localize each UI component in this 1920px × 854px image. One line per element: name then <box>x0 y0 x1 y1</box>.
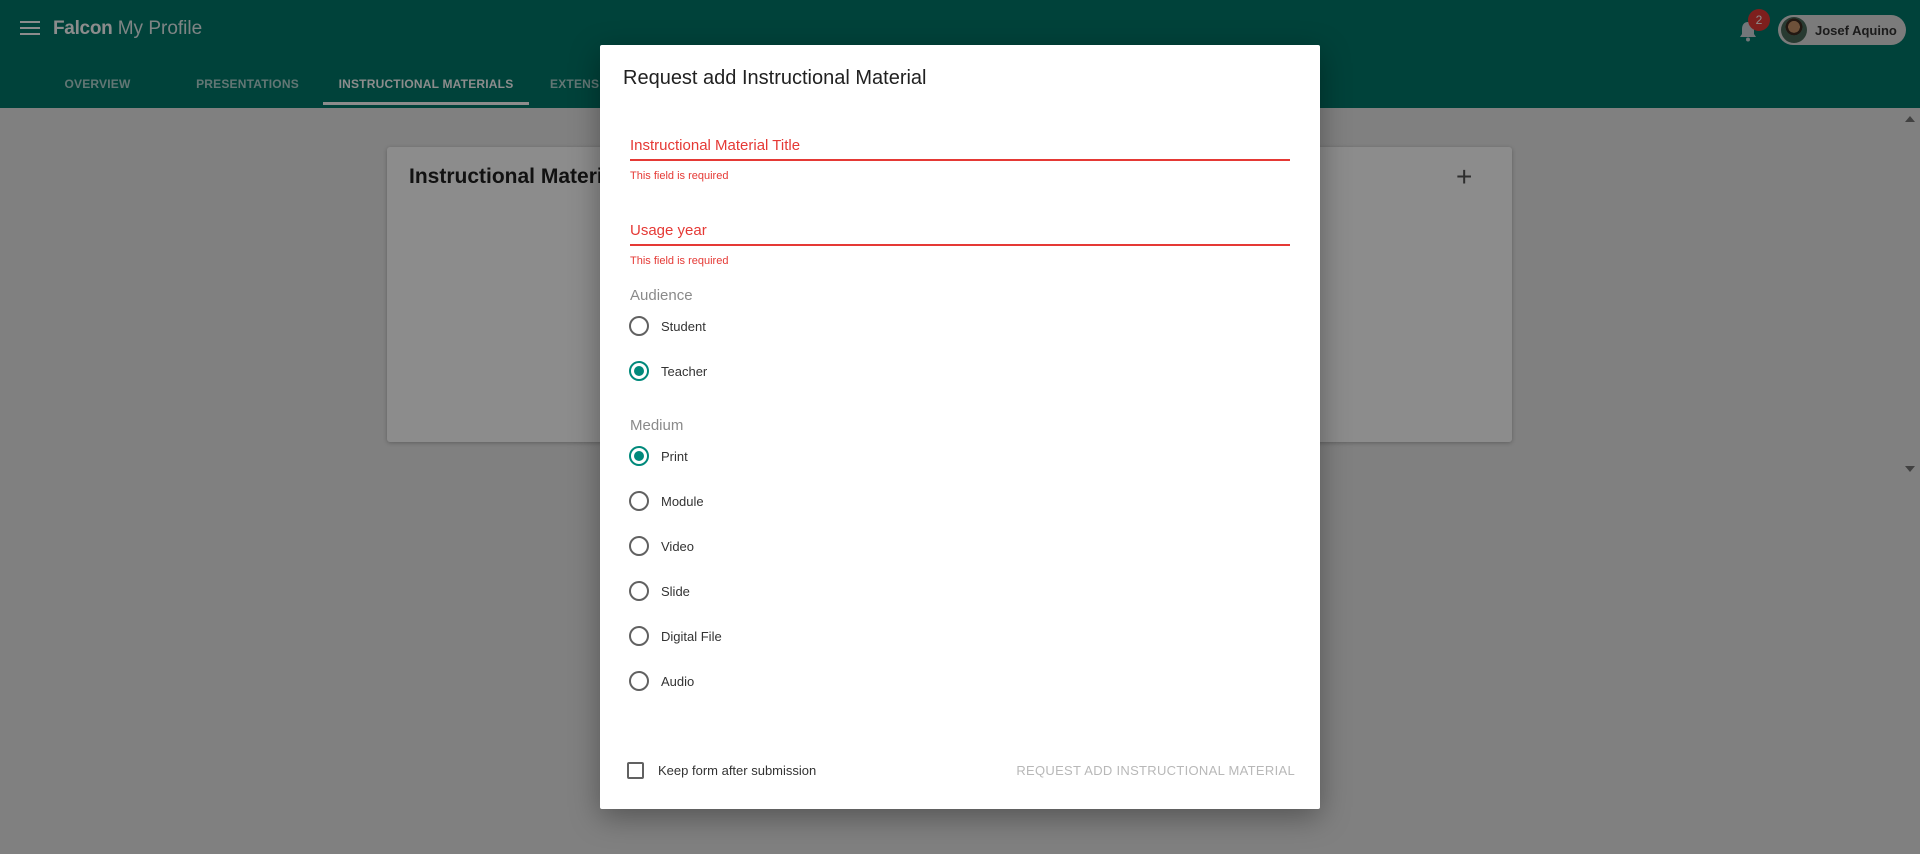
usage-year-input[interactable] <box>630 222 1290 244</box>
radio-label: Video <box>661 538 695 554</box>
medium-label: Medium <box>630 417 684 434</box>
usage-year-error: This field is required <box>630 255 729 267</box>
audience-option-teacher[interactable]: Teacher <box>629 359 707 383</box>
radio-label: Slide <box>661 583 690 599</box>
usage-year-underline <box>630 244 1290 246</box>
material-title-field: Instructional Material Title This field … <box>630 137 1290 182</box>
medium-option-digital-file[interactable]: Digital File <box>629 624 722 648</box>
medium-option-audio[interactable]: Audio <box>629 669 694 693</box>
audience-option-student[interactable]: Student <box>629 314 706 338</box>
medium-option-video[interactable]: Video <box>629 534 694 558</box>
radio-button[interactable] <box>629 536 649 556</box>
material-title-error: This field is required <box>630 170 729 182</box>
keep-form-checkbox[interactable] <box>627 762 644 779</box>
radio-button[interactable] <box>629 316 649 336</box>
medium-option-module[interactable]: Module <box>629 489 704 513</box>
usage-year-field: Usage year This field is required <box>630 222 1290 267</box>
radio-label: Audio <box>661 673 695 689</box>
radio-label: Print <box>661 448 688 464</box>
radio-label: Digital File <box>661 628 722 644</box>
radio-button[interactable] <box>629 361 649 381</box>
radio-label: Teacher <box>661 363 708 379</box>
keep-form-option[interactable]: Keep form after submission <box>627 762 816 779</box>
medium-option-print[interactable]: Print <box>629 444 688 468</box>
radio-button[interactable] <box>629 581 649 601</box>
request-material-dialog: Request add Instructional Material Instr… <box>600 45 1320 809</box>
radio-label: Module <box>661 493 704 509</box>
radio-button[interactable] <box>629 491 649 511</box>
radio-label: Student <box>661 318 706 334</box>
material-title-underline <box>630 159 1290 161</box>
audience-label: Audience <box>630 287 693 304</box>
material-title-input[interactable] <box>630 137 1290 159</box>
keep-form-label: Keep form after submission <box>658 763 817 778</box>
radio-button[interactable] <box>629 626 649 646</box>
request-add-button[interactable]: REQUEST ADD INSTRUCTIONAL MATERIAL <box>1015 751 1295 789</box>
radio-button[interactable] <box>629 446 649 466</box>
medium-option-slide[interactable]: Slide <box>629 579 690 603</box>
dialog-title: Request add Instructional Material <box>623 67 927 89</box>
radio-button[interactable] <box>629 671 649 691</box>
